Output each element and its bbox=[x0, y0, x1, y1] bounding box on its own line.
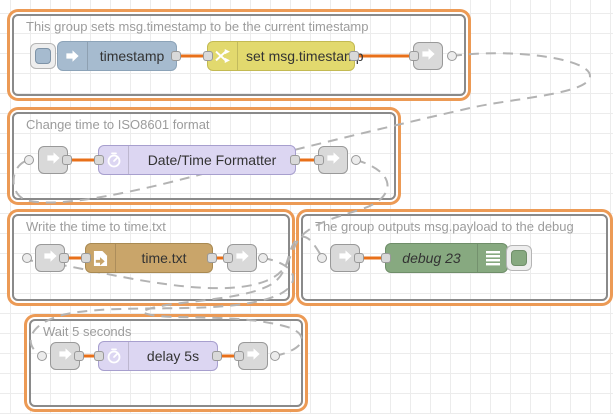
node-debug-23[interactable]: debug 23 bbox=[385, 243, 508, 273]
group-title: Change time to ISO8601 format bbox=[26, 117, 210, 132]
input-port[interactable] bbox=[409, 51, 419, 61]
node-link-out-5[interactable] bbox=[238, 342, 268, 370]
node-link-in-5[interactable] bbox=[50, 342, 80, 370]
link-out-virtual-port[interactable] bbox=[258, 253, 268, 263]
node-delay-5s[interactable]: delay 5s bbox=[98, 341, 218, 371]
inject-arrow-icon bbox=[58, 42, 88, 70]
link-wires bbox=[14, 53, 590, 356]
input-port[interactable] bbox=[94, 351, 104, 361]
output-port[interactable] bbox=[290, 155, 300, 165]
input-port[interactable] bbox=[94, 155, 104, 165]
node-link-in-4[interactable] bbox=[330, 244, 360, 272]
link-arrow-icon bbox=[326, 151, 341, 170]
inject-trigger-button[interactable] bbox=[30, 43, 56, 69]
debug-toggle-button[interactable] bbox=[506, 245, 532, 271]
node-change-set-timestamp[interactable]: set msg.timestamp bbox=[207, 41, 355, 71]
output-port[interactable] bbox=[349, 51, 359, 61]
debug-list-icon bbox=[477, 244, 507, 272]
input-port[interactable] bbox=[234, 351, 244, 361]
node-link-out-1[interactable] bbox=[413, 42, 443, 70]
node-link-in-3[interactable] bbox=[35, 244, 65, 272]
output-port[interactable] bbox=[212, 351, 222, 361]
node-label: debug 23 bbox=[386, 250, 477, 266]
node-link-out-2[interactable] bbox=[318, 146, 348, 174]
link-out-virtual-port[interactable] bbox=[351, 155, 361, 165]
group-title: Wait 5 seconds bbox=[43, 324, 131, 339]
link-out-virtual-port[interactable] bbox=[270, 351, 280, 361]
output-port[interactable] bbox=[59, 253, 69, 263]
output-port[interactable] bbox=[207, 253, 217, 263]
input-port[interactable] bbox=[223, 253, 233, 263]
node-label: time.txt bbox=[116, 250, 212, 266]
node-link-out-3[interactable] bbox=[227, 244, 257, 272]
output-port[interactable] bbox=[62, 155, 72, 165]
link-arrow-icon bbox=[46, 151, 61, 170]
output-port[interactable] bbox=[74, 351, 84, 361]
debug-toggle-button-fill bbox=[511, 250, 527, 266]
link-arrow-icon bbox=[421, 47, 436, 66]
link-arrow-icon bbox=[58, 347, 73, 366]
node-link-in-2[interactable] bbox=[38, 146, 68, 174]
node-datetime-formatter[interactable]: Date/Time Formatter bbox=[98, 145, 296, 175]
group-title: Write the time to time.txt bbox=[26, 219, 166, 234]
link-arrow-icon bbox=[246, 347, 261, 366]
input-port[interactable] bbox=[381, 253, 391, 263]
node-label: timestamp bbox=[88, 48, 176, 64]
node-label: Date/Time Formatter bbox=[129, 152, 295, 168]
link-in-virtual-port[interactable] bbox=[22, 253, 32, 263]
link-arrow-icon bbox=[43, 249, 58, 268]
node-label: delay 5s bbox=[129, 348, 217, 364]
link-arrow-icon bbox=[338, 249, 353, 268]
group-title: The group outputs msg.payload to the deb… bbox=[315, 219, 574, 234]
input-port[interactable] bbox=[81, 253, 91, 263]
link-out-virtual-port[interactable] bbox=[447, 51, 457, 61]
output-port[interactable] bbox=[171, 51, 181, 61]
link-arrow-icon bbox=[235, 249, 250, 268]
input-port[interactable] bbox=[314, 155, 324, 165]
input-port[interactable] bbox=[203, 51, 213, 61]
inject-trigger-button-fill bbox=[35, 48, 51, 64]
flow-canvas[interactable]: This group sets msg.timestamp to be the … bbox=[0, 0, 613, 414]
output-port[interactable] bbox=[354, 253, 364, 263]
node-file-time-txt[interactable]: time.txt bbox=[85, 243, 213, 273]
link-in-virtual-port[interactable] bbox=[24, 155, 34, 165]
link-in-virtual-port[interactable] bbox=[37, 351, 47, 361]
node-inject-timestamp[interactable]: timestamp bbox=[57, 41, 177, 71]
link-in-virtual-port[interactable] bbox=[317, 253, 327, 263]
group-title: This group sets msg.timestamp to be the … bbox=[26, 19, 368, 34]
flow-wires bbox=[65, 56, 418, 356]
